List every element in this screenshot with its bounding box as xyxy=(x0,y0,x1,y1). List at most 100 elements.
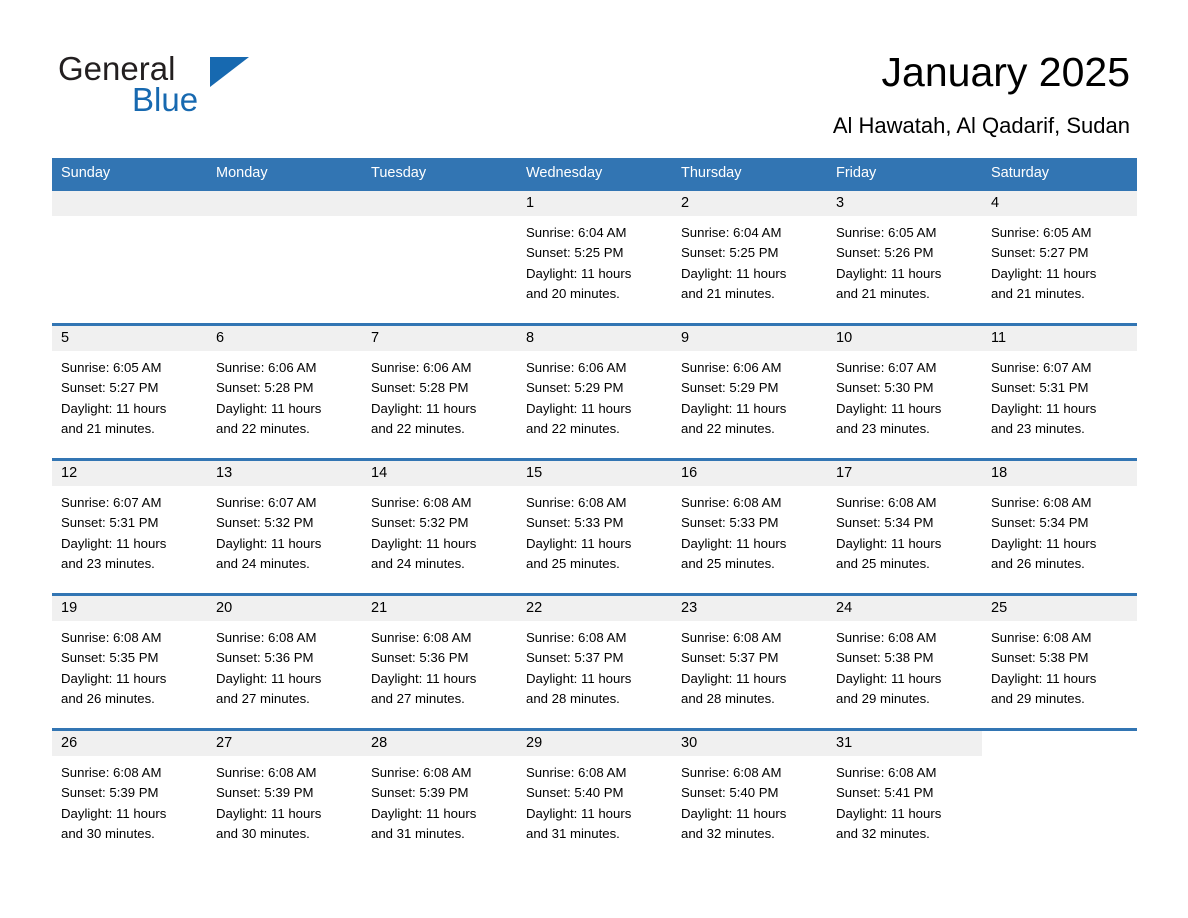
day-cell-8[interactable]: 8 Sunrise: 6:06 AM Sunset: 5:29 PM Daylight… xyxy=(517,326,672,458)
day-number: 13 xyxy=(216,465,233,481)
day-number-band: 9 xyxy=(672,326,827,351)
day-cell-15[interactable]: 15 Sunrise: 6:08 AM Sunset: 5:33 PM Dayligh… xyxy=(517,461,672,593)
day-cell-27[interactable]: 27 Sunrise: 6:08 AM Sunset: 5:39 PM Dayligh… xyxy=(207,731,362,863)
day-cell-29[interactable]: 29 Sunrise: 6:08 AM Sunset: 5:40 PM Dayligh… xyxy=(517,731,672,863)
day-cell-18[interactable]: 18 Sunrise: 6:08 AM Sunset: 5:34 PM Dayligh… xyxy=(982,461,1137,593)
page-header: General Blue January 2025 Al Hawatah, Al… xyxy=(0,0,1188,152)
day-cell-3[interactable]: 3 Sunrise: 6:05 AM Sunset: 5:26 PM Daylight… xyxy=(827,191,982,323)
day-cell-11[interactable]: 11 Sunrise: 6:07 AM Sunset: 5:31 PM Dayligh… xyxy=(982,326,1137,458)
day-cell-23[interactable]: 23 Sunrise: 6:08 AM Sunset: 5:37 PM Dayligh… xyxy=(672,596,827,728)
day-sun-info: Sunrise: 6:08 AM Sunset: 5:37 PM Daylight:… xyxy=(672,621,827,709)
day-number-band: 20 xyxy=(207,596,362,621)
weekday-header-row: Sunday Monday Tuesday Wednesday Thursday Frid… xyxy=(52,158,1137,188)
day-cell-10[interactable]: 10 Sunrise: 6:07 AM Sunset: 5:30 PM Dayligh… xyxy=(827,326,982,458)
day-info-line: Sunrise: 6:06 AM xyxy=(681,360,782,375)
day-info-line: Sunset: 5:28 PM xyxy=(216,380,314,396)
day-number-band: 7 xyxy=(362,326,517,351)
day-info-line: and 23 minutes. xyxy=(991,420,1085,436)
day-info-line: Daylight: 11 hours xyxy=(371,400,477,416)
day-cell-14[interactable]: 14 Sunrise: 6:08 AM Sunset: 5:32 PM Dayligh… xyxy=(362,461,517,593)
day-number: 5 xyxy=(61,330,70,346)
day-cell-20[interactable]: 20 Sunrise: 6:08 AM Sunset: 5:36 PM Dayligh… xyxy=(207,596,362,728)
day-info-line: Sunset: 5:33 PM xyxy=(681,515,779,531)
day-cell-12[interactable]: 12 Sunrise: 6:07 AM Sunset: 5:31 PM Dayligh… xyxy=(52,461,207,593)
day-cell-empty xyxy=(52,191,207,323)
calendar-week-row: 1 Sunrise: 6:04 AM Sunset: 5:25 PM Daylight… xyxy=(52,188,1137,323)
day-info-line: and 21 minutes. xyxy=(836,285,930,301)
day-info-line: and 30 minutes. xyxy=(61,825,155,841)
weekday-header-wednesday: Wednesday xyxy=(526,165,603,181)
day-number-band: 4 xyxy=(982,191,1137,216)
day-number-band: 5 xyxy=(52,326,207,351)
day-number-band: 28 xyxy=(362,731,517,756)
day-info-line: Sunrise: 6:05 AM xyxy=(836,225,937,240)
day-info-line: Sunset: 5:37 PM xyxy=(526,650,624,666)
day-info-line: Sunset: 5:34 PM xyxy=(836,515,934,531)
week-cells: 12 Sunrise: 6:07 AM Sunset: 5:31 PM Dayligh… xyxy=(52,461,1137,593)
day-number-band: 29 xyxy=(517,731,672,756)
day-info-line: and 31 minutes. xyxy=(371,825,465,841)
day-cell-19[interactable]: 19 Sunrise: 6:08 AM Sunset: 5:35 PM Dayligh… xyxy=(52,596,207,728)
day-info-line: Sunset: 5:25 PM xyxy=(681,245,779,261)
day-number: 30 xyxy=(681,735,698,751)
day-info-line: Sunset: 5:31 PM xyxy=(61,515,159,531)
day-cell-5[interactable]: 5 Sunrise: 6:05 AM Sunset: 5:27 PM Daylight… xyxy=(52,326,207,458)
day-number: 25 xyxy=(991,600,1008,616)
day-cell-13[interactable]: 13 Sunrise: 6:07 AM Sunset: 5:32 PM Dayligh… xyxy=(207,461,362,593)
day-cell-21[interactable]: 21 Sunrise: 6:08 AM Sunset: 5:36 PM Dayligh… xyxy=(362,596,517,728)
day-cell-4[interactable]: 4 Sunrise: 6:05 AM Sunset: 5:27 PM Daylight… xyxy=(982,191,1137,323)
day-number: 23 xyxy=(681,600,698,616)
day-cell-9[interactable]: 9 Sunrise: 6:06 AM Sunset: 5:29 PM Daylight… xyxy=(672,326,827,458)
day-number: 21 xyxy=(371,600,388,616)
calendar-week-row: 19 Sunrise: 6:08 AM Sunset: 5:35 PM Dayligh… xyxy=(52,593,1137,728)
day-cell-2[interactable]: 2 Sunrise: 6:04 AM Sunset: 5:25 PM Daylight… xyxy=(672,191,827,323)
day-sun-info: Sunrise: 6:08 AM Sunset: 5:40 PM Daylight:… xyxy=(517,756,672,844)
day-cell-22[interactable]: 22 Sunrise: 6:08 AM Sunset: 5:37 PM Dayligh… xyxy=(517,596,672,728)
day-info-line: Daylight: 11 hours xyxy=(991,670,1097,686)
day-number: 16 xyxy=(681,465,698,481)
day-cell-25[interactable]: 25 Sunrise: 6:08 AM Sunset: 5:38 PM Dayligh… xyxy=(982,596,1137,728)
day-info-line: Sunset: 5:38 PM xyxy=(991,650,1089,666)
day-info-line: and 32 minutes. xyxy=(836,825,930,841)
day-cell-7[interactable]: 7 Sunrise: 6:06 AM Sunset: 5:28 PM Daylight… xyxy=(362,326,517,458)
day-info-line: Sunset: 5:40 PM xyxy=(681,785,779,801)
calendar-grid: Sunday Monday Tuesday Wednesday Thursday Frid… xyxy=(52,158,1137,863)
day-info-line: Daylight: 11 hours xyxy=(836,670,942,686)
day-cell-24[interactable]: 24 Sunrise: 6:08 AM Sunset: 5:38 PM Dayligh… xyxy=(827,596,982,728)
day-info-line: Daylight: 11 hours xyxy=(216,535,322,551)
day-sun-info: Sunrise: 6:06 AM Sunset: 5:28 PM Daylight:… xyxy=(362,351,517,439)
day-cell-empty xyxy=(362,191,517,323)
day-cell-26[interactable]: 26 Sunrise: 6:08 AM Sunset: 5:39 PM Dayligh… xyxy=(52,731,207,863)
day-cell-6[interactable]: 6 Sunrise: 6:06 AM Sunset: 5:28 PM Daylight… xyxy=(207,326,362,458)
day-cell-16[interactable]: 16 Sunrise: 6:08 AM Sunset: 5:33 PM Dayligh… xyxy=(672,461,827,593)
day-info-line: and 30 minutes. xyxy=(216,825,310,841)
day-info-line: Daylight: 11 hours xyxy=(526,805,632,821)
day-info-line: and 21 minutes. xyxy=(61,420,155,436)
day-number-band: 10 xyxy=(827,326,982,351)
day-sun-info: Sunrise: 6:08 AM Sunset: 5:38 PM Daylight:… xyxy=(982,621,1137,709)
day-number: 4 xyxy=(991,195,1000,211)
day-info-line: Sunrise: 6:06 AM xyxy=(526,360,627,375)
day-cell-17[interactable]: 17 Sunrise: 6:08 AM Sunset: 5:34 PM Dayligh… xyxy=(827,461,982,593)
day-info-line: Sunset: 5:38 PM xyxy=(836,650,934,666)
day-info-line: Daylight: 11 hours xyxy=(216,805,322,821)
day-sun-info: Sunrise: 6:07 AM Sunset: 5:31 PM Daylight:… xyxy=(52,486,207,574)
day-sun-info: Sunrise: 6:08 AM Sunset: 5:34 PM Daylight:… xyxy=(827,486,982,574)
day-number: 26 xyxy=(61,735,78,751)
day-info-line: Sunset: 5:36 PM xyxy=(371,650,469,666)
day-number-band: 13 xyxy=(207,461,362,486)
day-cell-31[interactable]: 31 Sunrise: 6:08 AM Sunset: 5:41 PM Dayligh… xyxy=(827,731,982,863)
day-number-band: 8 xyxy=(517,326,672,351)
day-cell-30[interactable]: 30 Sunrise: 6:08 AM Sunset: 5:40 PM Dayligh… xyxy=(672,731,827,863)
day-number-band: 27 xyxy=(207,731,362,756)
day-info-line: Sunset: 5:33 PM xyxy=(526,515,624,531)
day-sun-info: Sunrise: 6:06 AM Sunset: 5:28 PM Daylight:… xyxy=(207,351,362,439)
day-cell-1[interactable]: 1 Sunrise: 6:04 AM Sunset: 5:25 PM Daylight… xyxy=(517,191,672,323)
day-cell-28[interactable]: 28 Sunrise: 6:08 AM Sunset: 5:39 PM Dayligh… xyxy=(362,731,517,863)
day-info-line: and 25 minutes. xyxy=(681,555,775,571)
generalblue-logo[interactable]: General Blue xyxy=(58,52,358,124)
day-sun-info: Sunrise: 6:08 AM Sunset: 5:38 PM Daylight:… xyxy=(827,621,982,709)
day-number: 20 xyxy=(216,600,233,616)
day-info-line: Daylight: 11 hours xyxy=(61,670,167,686)
calendar-weeks: 1 Sunrise: 6:04 AM Sunset: 5:25 PM Daylight… xyxy=(52,188,1137,863)
